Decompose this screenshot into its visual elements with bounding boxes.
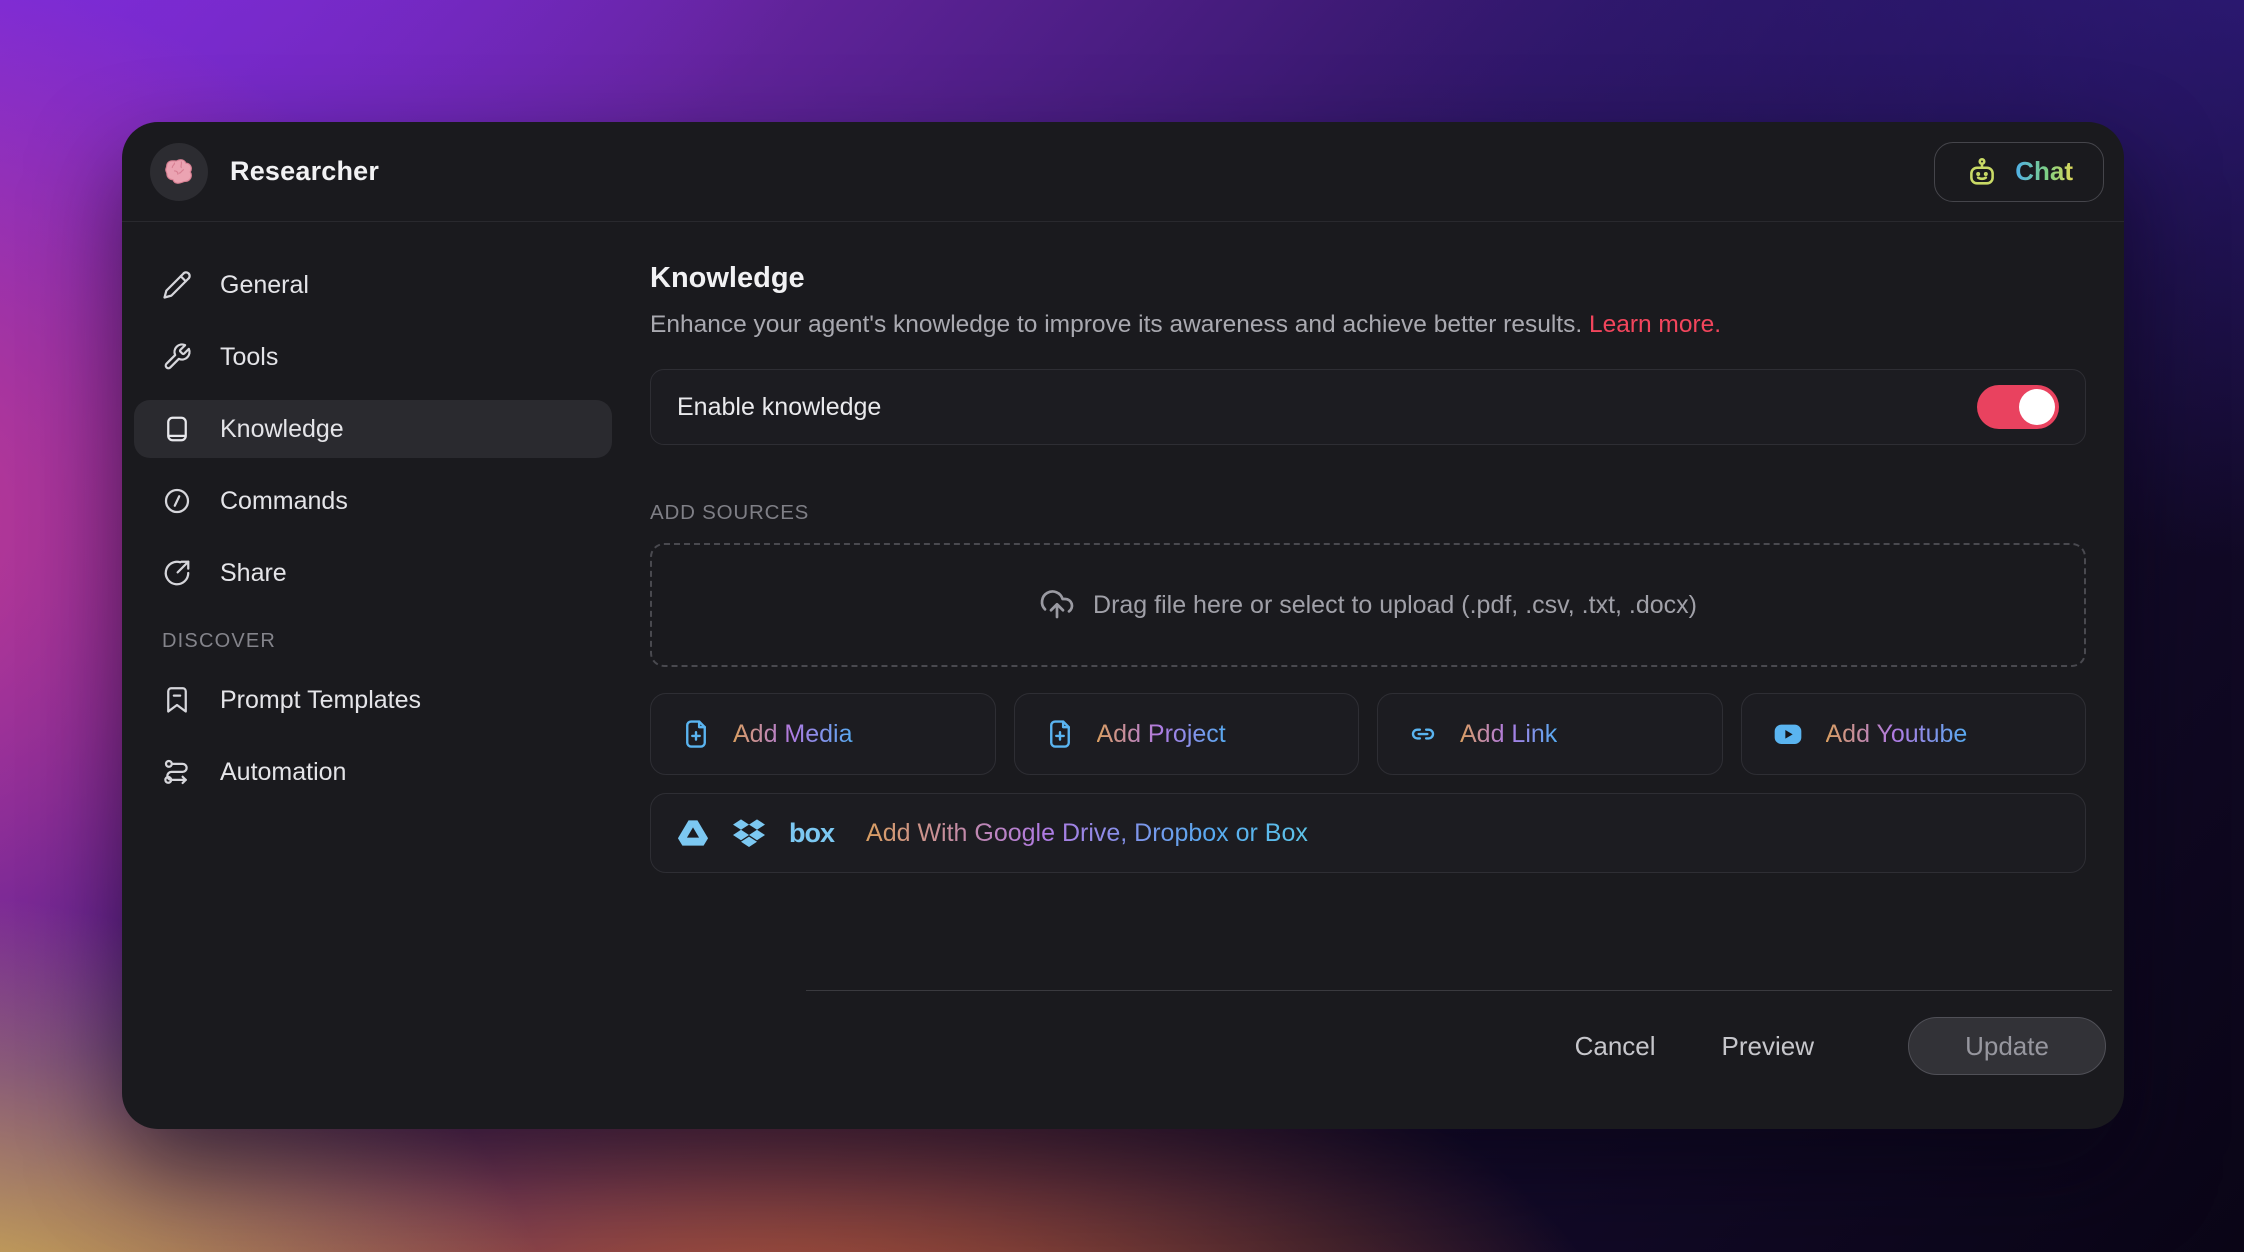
chat-button[interactable]: Chat: [1934, 141, 2104, 202]
slash-command-icon: [164, 488, 190, 514]
cloud-import-label: Add With Google Drive, Dropbox or Box: [866, 818, 1308, 847]
dropbox-icon: [733, 819, 765, 847]
agent-title: Researcher: [230, 156, 380, 186]
dropzone-text: Drag file here or select to upload (.pdf…: [1093, 590, 1697, 619]
update-button[interactable]: Update: [1908, 1017, 2106, 1075]
add-link-label: Add Link: [1460, 719, 1558, 748]
description-text: Enhance your agent's knowledge to improv…: [650, 311, 1583, 338]
add-source-buttons: Add Media Add Project Add Link Add Youtu…: [650, 693, 2086, 775]
pencil-icon: [163, 271, 191, 299]
sidebar-item-label: Share: [220, 558, 287, 587]
agent-settings-dialog: Researcher Chat General Tools Knowledge …: [122, 122, 2124, 1129]
sidebar-item-tools[interactable]: Tools: [134, 328, 612, 386]
avatar: [150, 142, 208, 201]
box-icon: box: [789, 817, 835, 848]
book-icon: [167, 416, 187, 442]
chat-button-label: Chat: [2015, 156, 2073, 186]
discover-heading: DISCOVER: [162, 630, 277, 652]
page-description: Enhance your agent's knowledge to improv…: [650, 311, 2086, 339]
enable-knowledge-toggle[interactable]: [1977, 385, 2059, 429]
preview-button[interactable]: Preview: [1722, 1031, 1814, 1062]
add-project-label: Add Project: [1096, 719, 1226, 748]
file-plus-icon: [1049, 720, 1070, 748]
sidebar-item-label: Prompt Templates: [220, 685, 422, 714]
add-media-label: Add Media: [733, 719, 853, 748]
sidebar-item-general[interactable]: General: [134, 256, 612, 314]
enable-knowledge-row: Enable knowledge: [650, 369, 2086, 445]
enable-knowledge-label: Enable knowledge: [677, 392, 882, 421]
sidebar: General Tools Knowledge Commands Share D…: [122, 222, 630, 1129]
add-link-button[interactable]: Add Link: [1377, 693, 1723, 775]
youtube-icon: [1774, 724, 1801, 744]
learn-more-link[interactable]: Learn more.: [1589, 311, 1721, 338]
add-youtube-button[interactable]: Add Youtube: [1740, 693, 2086, 775]
file-dropzone[interactable]: Drag file here or select to upload (.pdf…: [650, 543, 2086, 667]
sidebar-item-automation[interactable]: Automation: [134, 743, 612, 801]
add-project-button[interactable]: Add Project: [1013, 693, 1359, 775]
page-title: Knowledge: [650, 262, 805, 294]
brain-icon: [165, 158, 192, 184]
sidebar-item-knowledge[interactable]: Knowledge: [134, 400, 612, 458]
add-sources-heading: ADD SOURCES: [650, 501, 810, 524]
route-icon: [164, 759, 188, 785]
add-youtube-label: Add Youtube: [1825, 719, 1968, 748]
wrench-icon: [164, 343, 191, 370]
add-media-button[interactable]: Add Media: [650, 693, 996, 775]
link-icon: [1411, 728, 1435, 740]
sidebar-item-label: Commands: [220, 486, 348, 515]
sidebar-item-prompt-templates[interactable]: Prompt Templates: [134, 671, 612, 729]
sidebar-item-label: Tools: [220, 342, 279, 371]
google-drive-icon: [677, 820, 709, 846]
cloud-import-row[interactable]: box Add With Google Drive, Dropbox or Bo…: [650, 793, 2086, 873]
share-icon: [164, 560, 190, 586]
dialog-footer: Cancel Preview Update: [806, 990, 2112, 1075]
robot-icon: [1970, 157, 1995, 185]
sidebar-item-label: Knowledge: [220, 414, 344, 443]
sidebar-item-label: General: [220, 270, 309, 299]
bookmark-icon: [167, 687, 187, 713]
cancel-button[interactable]: Cancel: [1575, 1031, 1656, 1062]
upload-cloud-icon: [1040, 590, 1074, 619]
sidebar-item-commands[interactable]: Commands: [134, 472, 612, 530]
sidebar-item-share[interactable]: Share: [134, 544, 612, 602]
file-plus-icon: [686, 720, 706, 748]
dialog-header: Researcher Chat: [122, 122, 2124, 222]
toggle-knob: [2019, 389, 2055, 425]
sidebar-item-label: Automation: [220, 757, 347, 786]
